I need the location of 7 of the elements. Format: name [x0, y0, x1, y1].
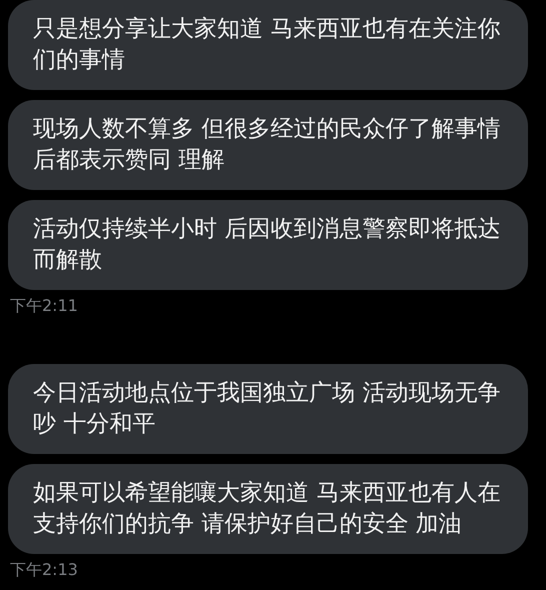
message-timestamp: 下午2:11: [9, 296, 78, 316]
message-bubble: 活动仅持续半小时 后因收到消息警察即将抵达而解散: [8, 200, 528, 290]
message-bubble: 今日活动地点位于我国独立广场 活动现场无争吵 十分和平: [8, 364, 528, 454]
message-timestamp: 下午2:13: [9, 560, 78, 580]
message-bubble: 只是想分享让大家知道 马来西亚也有在关注你们的事情: [8, 0, 528, 90]
message-bubble: 如果可以希望能嚷大家知道 马来西亚也有人在支持你们的抗争 请保护好自己的安全 加油: [8, 464, 528, 554]
message-bubble: 现场人数不算多 但很多经过的民众仔了解事情后都表示赞同 理解: [8, 100, 528, 190]
